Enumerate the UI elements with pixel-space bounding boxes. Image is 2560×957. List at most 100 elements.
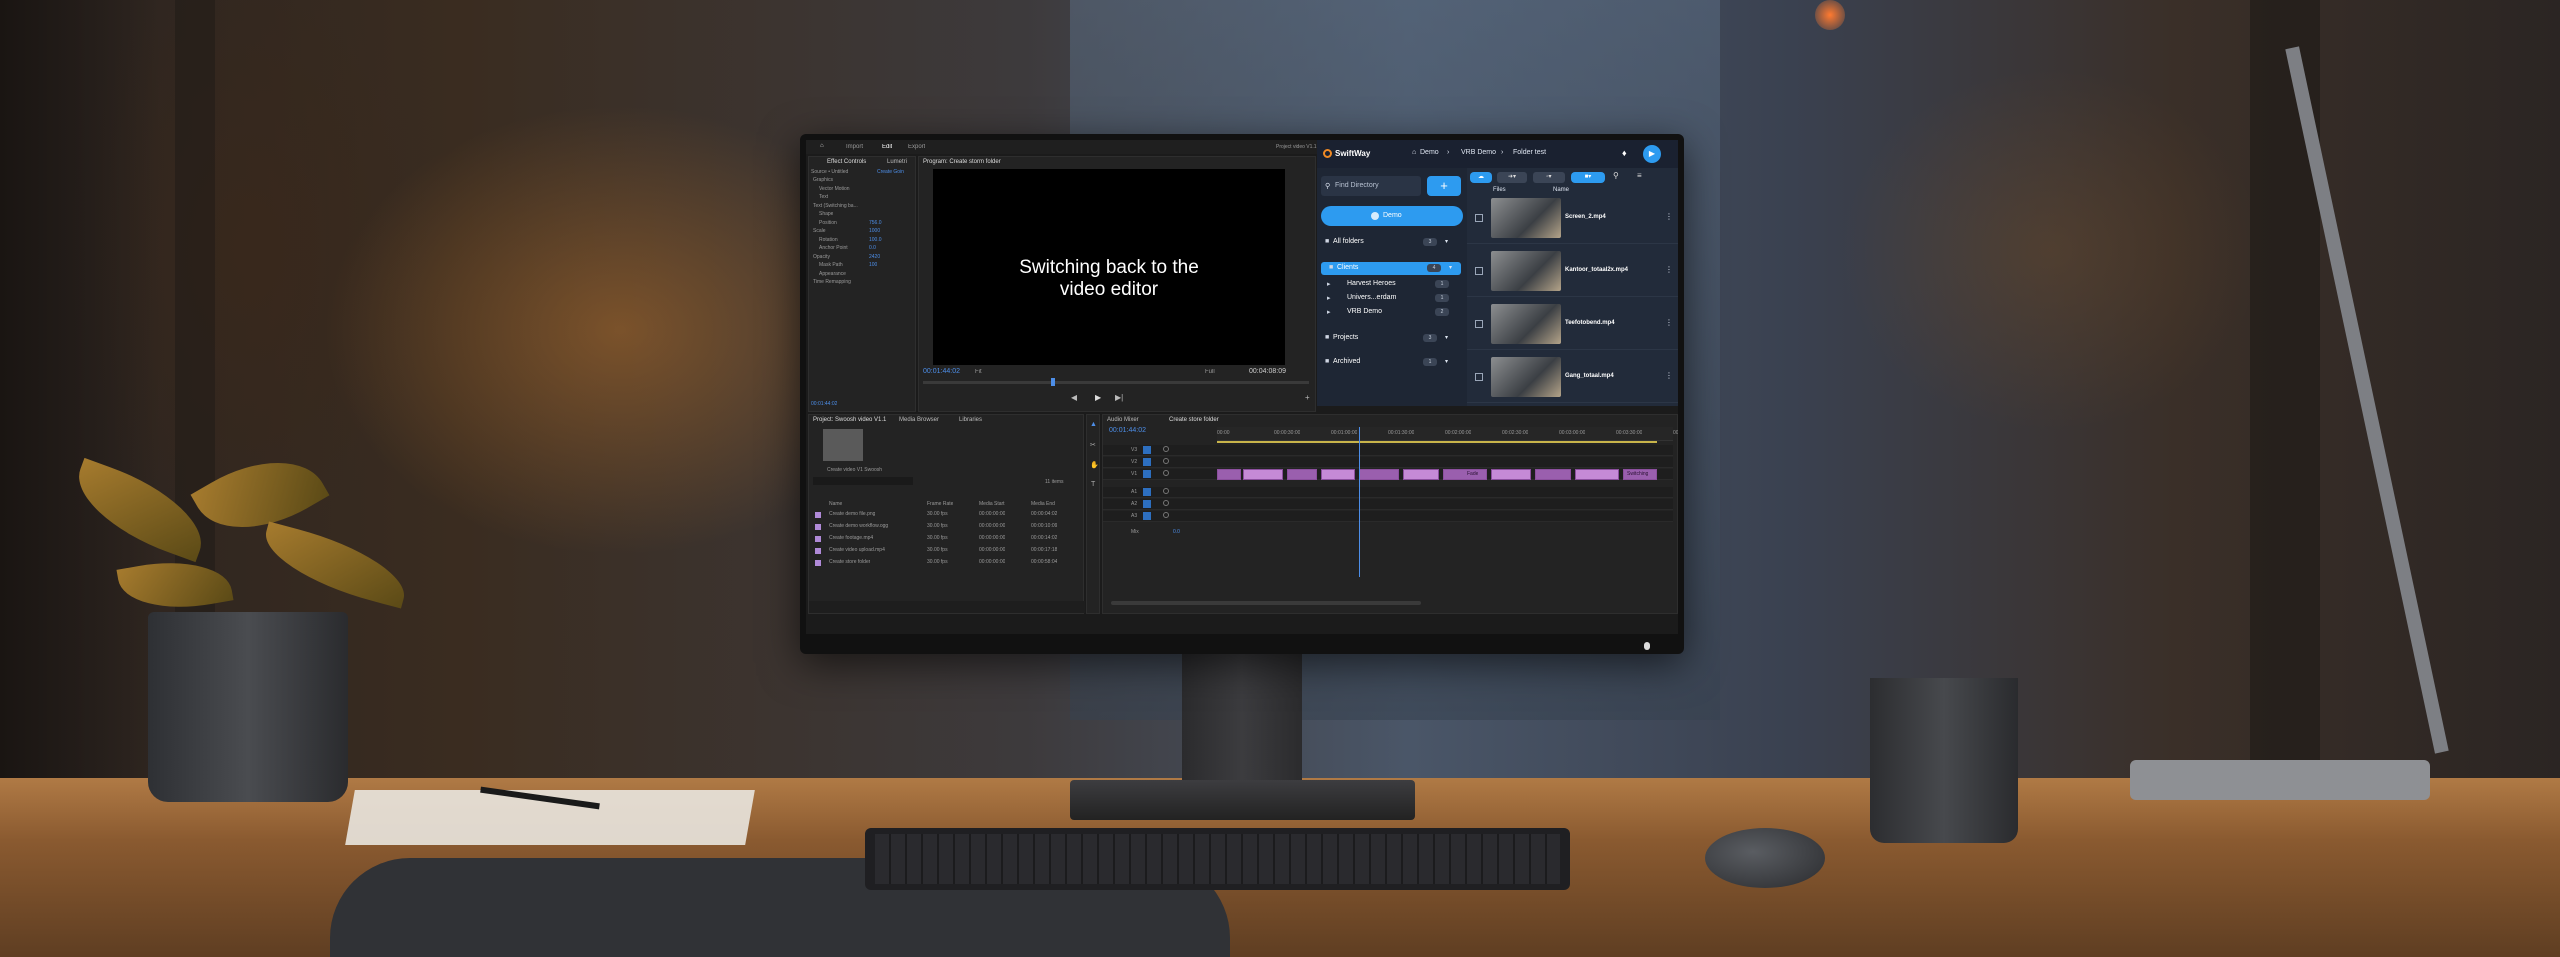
bell-icon[interactable]: ♦ <box>1622 148 1627 158</box>
add-directory-button[interactable]: + <box>1427 176 1461 196</box>
share-icon[interactable]: ➜▾ <box>1497 172 1527 183</box>
sidebar-item-harvest-heroes[interactable]: ▸ Harvest Heroes 1 <box>1317 278 1467 291</box>
effect-value[interactable]: 2420 <box>869 254 880 260</box>
timeline-clip[interactable] <box>1287 469 1317 480</box>
timeline-ruler[interactable]: 00:00 00:00:30:00 00:01:00:00 00:01:30:00 00… <box>1217 427 1678 441</box>
file-name[interactable]: Teefotobend.mp4 <box>1565 320 1615 326</box>
timeline-clip[interactable] <box>1217 469 1241 480</box>
effect-row[interactable]: Opacity <box>813 254 830 260</box>
effect-row[interactable]: Time Remapping <box>813 279 851 285</box>
tab-sequence[interactable]: Create store folder <box>1169 417 1219 423</box>
source-link[interactable]: Create Goin <box>877 169 904 175</box>
step-forward-icon[interactable]: ▶| <box>1115 393 1123 402</box>
col-name[interactable]: Name <box>829 501 842 507</box>
file-row[interactable]: Teefotobend.mp4 ⋮ <box>1467 300 1678 350</box>
sidebar-item-vrb-demo[interactable]: ▸ VRB Demo 2 <box>1317 306 1467 319</box>
sidebar-item-univers-erdam[interactable]: ▸ Univers...erdam 1 <box>1317 292 1467 305</box>
effect-row[interactable]: Shape <box>819 211 833 217</box>
tab-effect-controls[interactable]: Effect Controls <box>827 159 866 165</box>
file-name[interactable]: Screen_2.mp4 <box>1565 214 1606 220</box>
effect-row[interactable]: Anchor Point <box>819 245 848 251</box>
track-target-toggle[interactable] <box>1143 446 1151 454</box>
track-target-toggle[interactable] <box>1143 512 1151 520</box>
chevron-down-icon[interactable]: ▾ <box>1445 358 1448 365</box>
project-row[interactable]: Create footage.mp4 30.00 fps 00:00:00:00 00… <box>809 533 1085 544</box>
effect-row[interactable]: Position <box>819 220 837 226</box>
timeline-playhead[interactable] <box>1359 427 1360 577</box>
timeline-scrollbar[interactable] <box>1111 601 1421 605</box>
filter-icon[interactable]: ≡ <box>1637 171 1642 180</box>
effect-row[interactable]: Text (Switching ba... <box>813 203 858 209</box>
effect-value[interactable]: 756.0 <box>869 220 882 226</box>
breadcrumb-vrb-demo[interactable]: VRB Demo <box>1461 149 1496 156</box>
eye-icon[interactable] <box>1163 446 1169 452</box>
search-files-icon[interactable]: ⚲ <box>1613 171 1619 180</box>
timeline-clip[interactable] <box>1491 469 1531 480</box>
breadcrumb-demo[interactable]: Demo <box>1420 149 1439 156</box>
file-row[interactable]: Kantoor_totaal2x.mp4 ⋮ <box>1467 247 1678 297</box>
more-options-icon[interactable]: ⋮ <box>1665 318 1673 327</box>
track-target-toggle[interactable] <box>1143 470 1151 478</box>
col-media-start[interactable]: Media Start <box>979 501 1005 507</box>
file-thumbnail[interactable] <box>1491 251 1561 291</box>
find-directory-input[interactable]: ⚲ Find Directory <box>1321 176 1421 196</box>
program-playhead[interactable] <box>1051 378 1055 386</box>
file-thumbnail[interactable] <box>1491 198 1561 238</box>
more-options-icon[interactable]: ⋮ <box>1665 212 1673 221</box>
file-checkbox[interactable] <box>1475 320 1483 328</box>
menu-edit[interactable]: Edit <box>882 144 892 150</box>
timeline-clip[interactable] <box>1443 469 1487 480</box>
eye-icon[interactable] <box>1163 470 1169 476</box>
file-checkbox[interactable] <box>1475 214 1483 222</box>
effect-row[interactable]: Scale <box>813 228 826 234</box>
file-name[interactable]: Gang_totaal.mp4 <box>1565 373 1614 379</box>
workspace-demo-button[interactable]: Demo <box>1321 206 1463 226</box>
chevron-down-icon[interactable]: ▾ <box>1445 238 1448 245</box>
file-thumbnail[interactable] <box>1491 357 1561 397</box>
sidebar-item-all-folders[interactable]: ■ All folders 3 ▾ <box>1317 236 1467 249</box>
timeline-clip[interactable] <box>1575 469 1619 480</box>
effect-value[interactable]: 0.0 <box>869 245 876 251</box>
sidebar-item-clients[interactable]: ■ Clients 4 ▾ <box>1321 262 1461 275</box>
tab-project[interactable]: Project: Swoosh video V1.1 <box>813 417 886 423</box>
step-back-icon[interactable]: ◀ <box>1071 393 1077 402</box>
type-tool-icon[interactable]: T <box>1091 481 1095 488</box>
effect-row[interactable]: Vector Motion <box>819 186 850 192</box>
document-icon[interactable]: ▫▾ <box>1533 172 1565 183</box>
track-target-toggle[interactable] <box>1143 500 1151 508</box>
sidebar-item-projects[interactable]: ■ Projects 3 ▾ <box>1317 332 1467 345</box>
menu-export[interactable]: Export <box>908 144 925 150</box>
effect-row[interactable]: Mask Path <box>819 262 843 268</box>
col-frame-rate[interactable]: Frame Rate <box>927 501 953 507</box>
breadcrumb-folder-test[interactable]: Folder test <box>1513 149 1546 156</box>
program-full-select[interactable]: Full <box>1205 369 1215 375</box>
project-row[interactable]: Create demo workflow.ogg 30.00 fps 00:00:0… <box>809 521 1085 532</box>
tab-libraries[interactable]: Libraries <box>959 417 982 423</box>
program-fit-select[interactable]: Fit <box>975 369 982 375</box>
play-icon[interactable]: ▶ <box>1095 393 1101 402</box>
file-row[interactable]: Screen_2.mp4 ⋮ <box>1467 194 1678 244</box>
cloud-upload-icon[interactable]: ☁ <box>1470 172 1492 183</box>
hand-tool-icon[interactable]: ✋ <box>1090 461 1099 469</box>
project-row[interactable]: Create store folder 30.00 fps 00:00:00:00 0… <box>809 557 1085 568</box>
effect-value[interactable]: 100 <box>869 262 877 268</box>
selection-tool-icon[interactable]: ▲ <box>1090 421 1097 428</box>
menu-import[interactable]: Import <box>846 144 863 150</box>
tab-audio-mixer[interactable]: Audio Mixer <box>1107 417 1139 423</box>
col-media-end[interactable]: Media End <box>1031 501 1055 507</box>
eye-icon[interactable] <box>1163 458 1169 464</box>
tab-lumetri[interactable]: Lumetri <box>887 159 907 165</box>
timeline-clip[interactable] <box>1243 469 1283 480</box>
timeline-clip[interactable] <box>1535 469 1571 480</box>
file-row[interactable]: Gang_totaal.mp4 ⋮ <box>1467 353 1678 403</box>
file-thumbnail[interactable] <box>1491 304 1561 344</box>
project-search-input[interactable] <box>813 477 913 485</box>
eye-icon[interactable] <box>1163 512 1169 518</box>
mix-value[interactable]: 0.0 <box>1173 529 1180 535</box>
timeline-clip[interactable] <box>1321 469 1355 480</box>
tab-media-browser[interactable]: Media Browser <box>899 417 939 423</box>
home-icon[interactable]: ⌂ <box>820 143 824 149</box>
more-options-icon[interactable]: ⋮ <box>1665 265 1673 274</box>
play-circle-icon[interactable]: ▶ <box>1643 145 1661 163</box>
sidebar-item-archived[interactable]: ■ Archived 1 ▾ <box>1317 356 1467 369</box>
